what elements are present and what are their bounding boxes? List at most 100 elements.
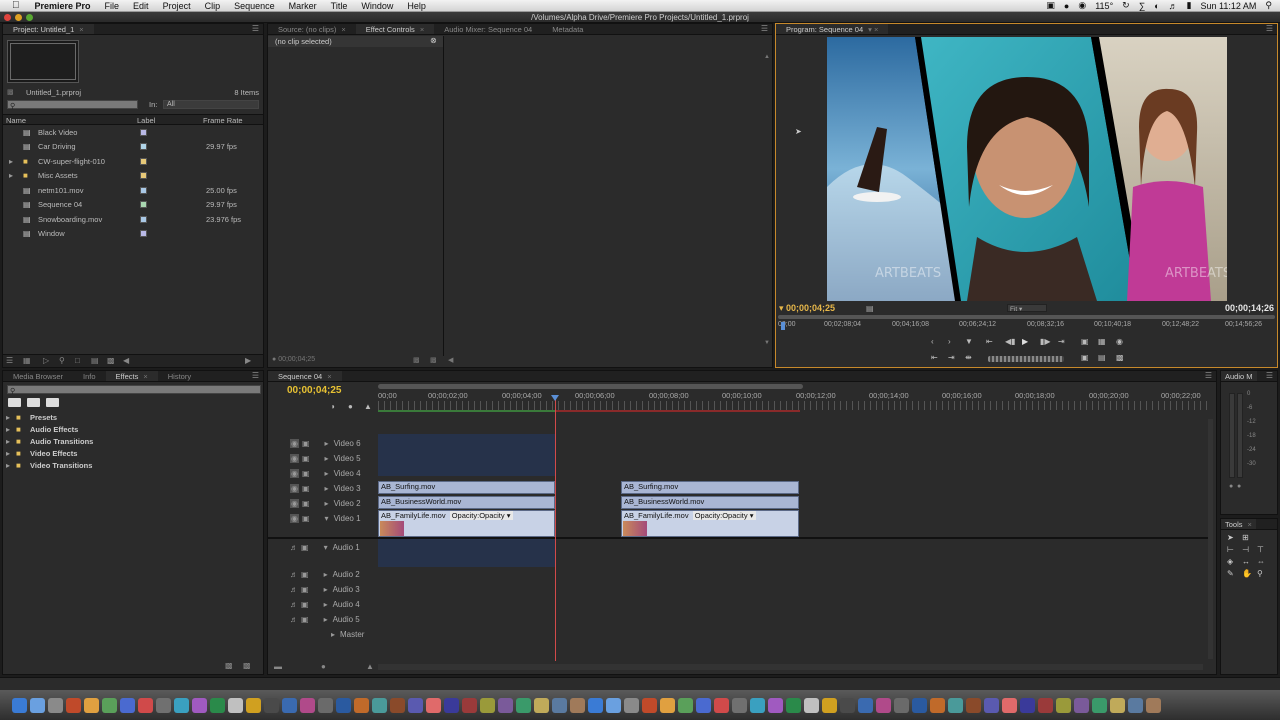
dock-app-icon[interactable] (660, 697, 675, 713)
effects-folder[interactable]: ▸ ■ Video Transitions (3, 459, 263, 471)
expand-track-icon[interactable]: ▸ (325, 469, 329, 478)
disclosure-triangle-icon[interactable]: ▸ (9, 157, 13, 166)
loop-icon[interactable]: ▣ (1081, 337, 1089, 346)
expand-track-icon[interactable]: ▸ (325, 454, 329, 463)
dock-app-icon[interactable] (1128, 697, 1143, 713)
expand-track-icon[interactable]: ▸ (324, 600, 328, 609)
expand-track-icon[interactable]: ▸ (325, 484, 329, 493)
go-to-in-icon[interactable]: ⇤ (986, 337, 993, 346)
menu-sequence[interactable]: Sequence (227, 1, 282, 11)
dock-app-icon[interactable] (732, 697, 747, 713)
accelerated-effects-icon[interactable] (8, 398, 21, 407)
scroll-left-icon[interactable]: ◀ (448, 356, 453, 364)
lock-icon[interactable]: ▣ (302, 499, 310, 508)
dock-app-icon[interactable] (588, 697, 603, 713)
program-video-frame[interactable]: ARTBEATS ARTBEATS (827, 37, 1227, 301)
menu-title[interactable]: Title (324, 1, 355, 11)
dock-app-icon[interactable] (318, 697, 333, 713)
new-bin-icon[interactable]: ▩ (225, 661, 233, 670)
tab-effects[interactable]: Effects × (105, 371, 158, 381)
effects-folder[interactable]: ▸ ■ Video Effects (3, 447, 263, 459)
dock-app-icon[interactable] (264, 697, 279, 713)
pen-tool-icon[interactable]: ✎ (1227, 569, 1242, 581)
add-marker-icon[interactable]: ● (348, 402, 353, 411)
dock-app-icon[interactable] (876, 697, 891, 713)
tab-program[interactable]: Program: Sequence 04 ▾ × (776, 24, 889, 34)
eye-icon[interactable]: ◉ (290, 453, 299, 463)
volume-icon[interactable]: ♬ (1169, 1, 1178, 11)
32bit-effects-icon[interactable] (27, 398, 40, 407)
timeline-horizontal-scrollbar[interactable] (378, 664, 1203, 670)
opacity-dropdown[interactable]: Opacity:Opacity ▾ (692, 511, 756, 520)
tab-sequence-04[interactable]: Sequence 04 × (268, 371, 342, 381)
project-item[interactable]: ▤ Window (3, 227, 263, 242)
lock-icon[interactable]: ▣ (302, 514, 310, 523)
dock-app-icon[interactable] (678, 697, 693, 713)
scroll-right-icon[interactable]: ▶ (245, 356, 251, 365)
selection-tool-icon[interactable]: ➤ (1227, 533, 1242, 545)
snap-icon[interactable]: ◑ (330, 402, 335, 411)
clip-familylife[interactable]: AB_FamilyLife.mov Opacity:Opacity ▾ (378, 510, 555, 537)
label-swatch[interactable] (140, 128, 147, 136)
expand-track-icon[interactable]: ▾ (325, 514, 329, 523)
expand-track-icon[interactable]: ▸ (325, 439, 329, 448)
panel-menu-icon[interactable]: ☰ (1266, 24, 1273, 33)
mark-out-icon[interactable]: › (948, 337, 951, 346)
tab-info[interactable]: Info (73, 371, 106, 381)
dock-app-icon[interactable] (768, 697, 783, 713)
dock-app-icon[interactable] (570, 697, 585, 713)
dock-app-icon[interactable] (840, 697, 855, 713)
tab-effect-controls[interactable]: Effect Controls × (355, 24, 435, 34)
play-icon[interactable]: ▶ (1022, 337, 1028, 346)
add-marker-icon[interactable]: ▼ (965, 337, 973, 346)
clip-businessworld[interactable]: AB_BusinessWorld.mov (378, 496, 555, 509)
tab-audio-mixer[interactable]: Audio Mixer: Sequence 04 (434, 24, 542, 34)
timeline-zoom-bar[interactable] (378, 384, 803, 389)
disclosure-triangle-icon[interactable]: ▸ (6, 449, 10, 458)
zoom-tool-icon[interactable]: ⚲ (1257, 569, 1272, 581)
app-menu[interactable]: Premiere Pro (28, 1, 98, 11)
in-dropdown[interactable]: All (163, 100, 259, 109)
play-in-to-out-icon[interactable]: ⇼ (965, 353, 972, 362)
column-frame-rate[interactable]: Frame Rate (203, 116, 243, 125)
lock-icon[interactable]: ▣ (302, 469, 310, 478)
dock-app-icon[interactable] (642, 697, 657, 713)
dock-app-icon[interactable] (1056, 697, 1071, 713)
speaker-icon[interactable]: ♬ (290, 570, 298, 579)
lock-icon[interactable]: ▣ (302, 484, 310, 493)
bluetooth-icon[interactable]: ∑ (1139, 1, 1145, 11)
dock-app-icon[interactable] (1092, 697, 1107, 713)
trash-icon[interactable]: ▩ (243, 661, 251, 670)
timeline-playhead[interactable] (555, 399, 556, 661)
find-icon[interactable]: ⚲ (59, 356, 65, 365)
go-to-out-icon[interactable]: ⇥ (1058, 337, 1065, 346)
program-zoom-bar[interactable] (778, 315, 1275, 319)
disclosure-triangle-icon[interactable]: ▸ (6, 425, 10, 434)
expand-track-icon[interactable]: ▾ (324, 543, 328, 552)
label-swatch[interactable] (140, 230, 147, 238)
label-swatch[interactable] (140, 172, 147, 180)
safe-margin-icon[interactable]: ▦ (1098, 337, 1106, 346)
timeline-vertical-scrollbar[interactable] (1208, 419, 1213, 659)
clock[interactable]: Sun 11:12 AM (1201, 1, 1257, 11)
list-view-icon[interactable]: ☰ (6, 356, 13, 365)
program-current-timecode[interactable]: ▾ 00;00;04;25 (779, 303, 835, 314)
panel-menu-icon[interactable]: ☰ (1205, 371, 1212, 380)
dock-app-icon[interactable] (480, 697, 495, 713)
scroll-down-icon[interactable]: ▼ (764, 340, 770, 346)
zoom-slider[interactable]: ● (321, 662, 326, 671)
dock-app-icon[interactable] (498, 697, 513, 713)
tab-media-browser[interactable]: Media Browser (3, 371, 73, 381)
step-back-icon[interactable]: ◀▮ (1005, 337, 1016, 346)
eye-icon[interactable]: ◉ (290, 468, 299, 478)
clip-businessworld[interactable]: AB_BusinessWorld.mov (621, 496, 799, 509)
tab-history[interactable]: History (158, 371, 201, 381)
dock-app-icon[interactable] (462, 697, 477, 713)
scroll-up-icon[interactable]: ▲ (764, 54, 770, 60)
column-label[interactable]: Label (137, 116, 155, 125)
dock-app-icon[interactable] (30, 697, 45, 713)
status-icon[interactable]: ▣ (1046, 0, 1055, 11)
dock-app-icon[interactable] (66, 697, 81, 713)
tab-project[interactable]: Project: Untitled_1 × (3, 24, 94, 34)
dock-app-icon[interactable] (822, 697, 837, 713)
